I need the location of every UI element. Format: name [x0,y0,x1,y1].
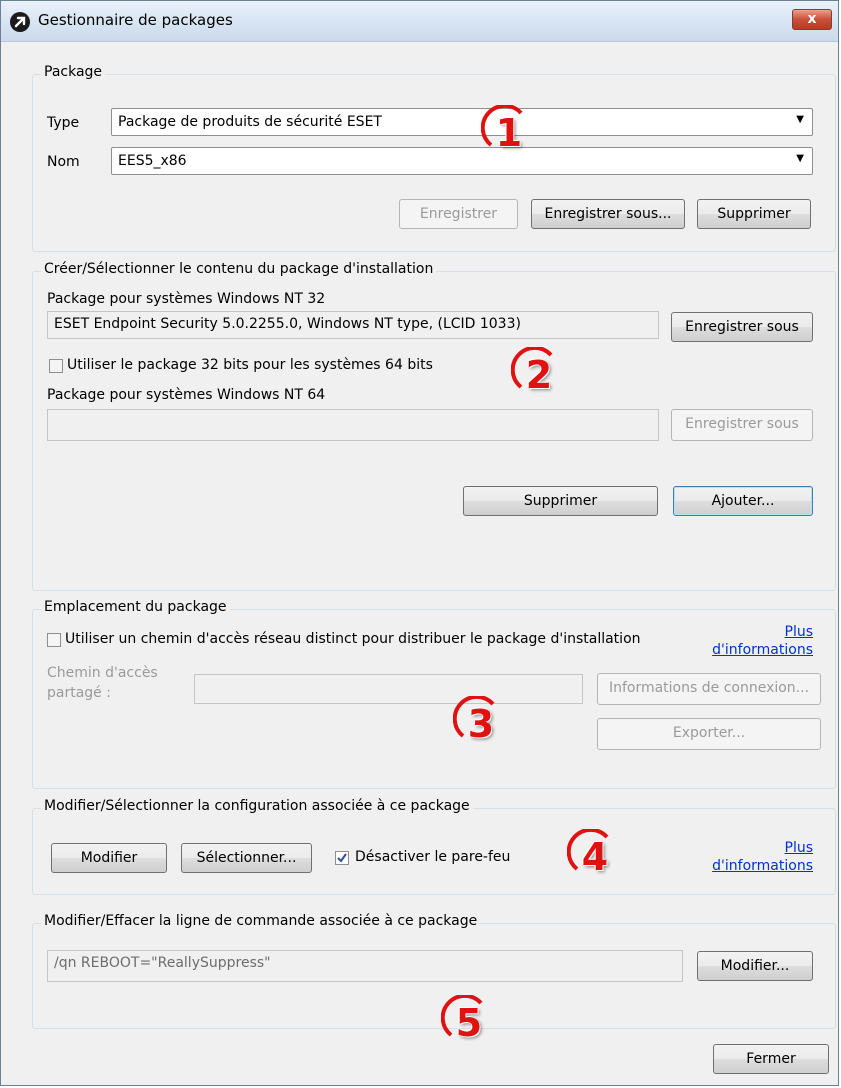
config-legend: Modifier/Sélectionner la configuration a… [41,798,473,814]
share-path-field[interactable] [194,674,583,704]
name-select-value: EES5_x86 [118,153,187,169]
nt32-label: Package pour systèmes Windows NT 32 [47,291,326,307]
delete-package-button[interactable]: Supprimer [697,199,811,229]
close-window-button[interactable]: x [792,9,832,30]
chevron-down-icon: ▼ [796,114,804,125]
nt64-package-field [47,409,659,441]
nt64-label: Package pour systèmes Windows NT 64 [47,387,326,403]
type-select[interactable]: Package de produits de sécurité ESET ▼ [111,108,813,136]
location-legend: Emplacement du package [41,599,230,615]
use-network-path-checkbox[interactable] [47,633,61,647]
nt32-save-as-button[interactable]: Enregistrer sous [671,312,813,342]
config-more-info-line1: Plus [784,840,814,856]
annotation-2: 2 [511,347,561,397]
nt64-save-as-button[interactable]: Enregistrer sous [671,409,813,441]
modify-cmdline-button[interactable]: Modifier... [697,951,813,981]
config-more-info-link[interactable]: Plus d'informations [691,839,813,875]
annotation-1: 1 [481,105,531,155]
location-more-info-link[interactable]: Plus d'informations [691,623,813,659]
location-more-info-line2: d'informations [712,642,813,658]
chevron-down-icon: ▼ [796,153,804,164]
select-config-button[interactable]: Sélectionner... [181,843,312,873]
annotation-4: 4 [567,829,617,879]
delete-content-button[interactable]: Supprimer [463,486,658,516]
modify-config-button[interactable]: Modifier [51,843,167,873]
annotation-3: 3 [453,696,503,746]
export-button[interactable]: Exporter... [597,718,821,750]
type-select-value: Package de produits de sécurité ESET [118,114,382,130]
use32-checkbox[interactable] [49,359,63,373]
close-button[interactable]: Fermer [713,1044,829,1074]
cmdline-field[interactable]: /qn REBOOT="ReallySuppress" [47,950,683,982]
location-more-info-line1: Plus [784,624,814,640]
window-title: Gestionnaire de packages [38,11,233,29]
content-legend: Créer/Sélectionner le contenu du package… [41,261,437,277]
save-as-button[interactable]: Enregistrer sous... [531,199,685,229]
name-select[interactable]: EES5_x86 ▼ [111,147,813,175]
type-label: Type [47,115,80,131]
disable-firewall-label[interactable]: Désactiver le pare-feu [355,849,510,865]
use32-label[interactable]: Utiliser le package 32 bits pour les sys… [67,357,433,373]
cmdline-legend: Modifier/Effacer la ligne de commande as… [41,913,481,929]
package-manager-window: Gestionnaire de packages x Package Type … [0,0,839,1086]
disable-firewall-checkbox[interactable] [335,851,349,865]
title-bar[interactable]: Gestionnaire de packages x [1,1,838,42]
add-content-button[interactable]: Ajouter... [673,486,813,516]
checkmark-icon [337,853,347,863]
package-legend: Package [41,64,106,80]
name-label: Nom [47,154,80,170]
share-path-label-line1: Chemin d'accès [47,665,158,681]
nt32-package-field: ESET Endpoint Security 5.0.2255.0, Windo… [47,311,659,339]
close-icon: x [807,11,817,27]
config-more-info-line2: d'informations [712,858,813,874]
eset-app-icon [10,12,30,32]
connection-info-button[interactable]: Informations de connexion... [597,673,821,705]
use-network-path-label[interactable]: Utiliser un chemin d'accès réseau distin… [65,631,641,647]
save-button[interactable]: Enregistrer [399,199,518,229]
annotation-5: 5 [441,995,491,1045]
share-path-label-line2: partagé : [47,685,111,701]
